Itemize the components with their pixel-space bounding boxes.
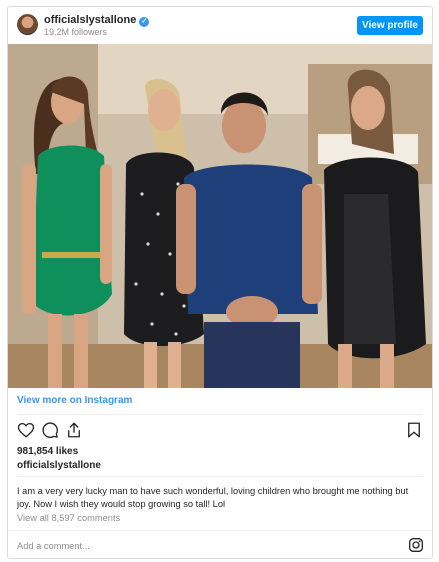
action-bar	[8, 421, 432, 441]
avatar[interactable]	[17, 14, 38, 35]
post-header: officialslystallone ✓ 19.2M followers Vie…	[8, 7, 432, 44]
view-profile-button[interactable]: View profile	[357, 16, 423, 35]
follower-count: 19.2M followers	[44, 27, 108, 37]
photo-illustration	[8, 44, 432, 388]
username-row[interactable]: officialslystallone ✓	[44, 14, 150, 27]
username[interactable]: officialslystallone	[44, 14, 136, 26]
divider	[17, 414, 423, 415]
post-caption: I am a very very lucky man to have such …	[17, 486, 409, 509]
view-more-link[interactable]: View more on Instagram	[17, 395, 132, 406]
comment-icon[interactable]	[41, 421, 59, 439]
share-icon[interactable]	[65, 421, 83, 439]
heart-icon[interactable]	[17, 421, 35, 439]
instagram-icon[interactable]	[408, 537, 424, 553]
post-photo[interactable]	[8, 44, 432, 388]
divider	[17, 476, 423, 477]
like-count[interactable]: 981,854 likes	[17, 446, 78, 457]
post-owner[interactable]: officialslystallone	[17, 460, 101, 471]
view-comments-link[interactable]: View all 8,597 comments	[17, 513, 120, 523]
divider	[8, 530, 432, 531]
add-comment-input[interactable]	[17, 538, 377, 554]
verified-icon: ✓	[139, 17, 150, 27]
bookmark-icon[interactable]	[405, 421, 423, 439]
instagram-embed-card: officialslystallone ✓ 19.2M followers Vie…	[7, 6, 433, 559]
